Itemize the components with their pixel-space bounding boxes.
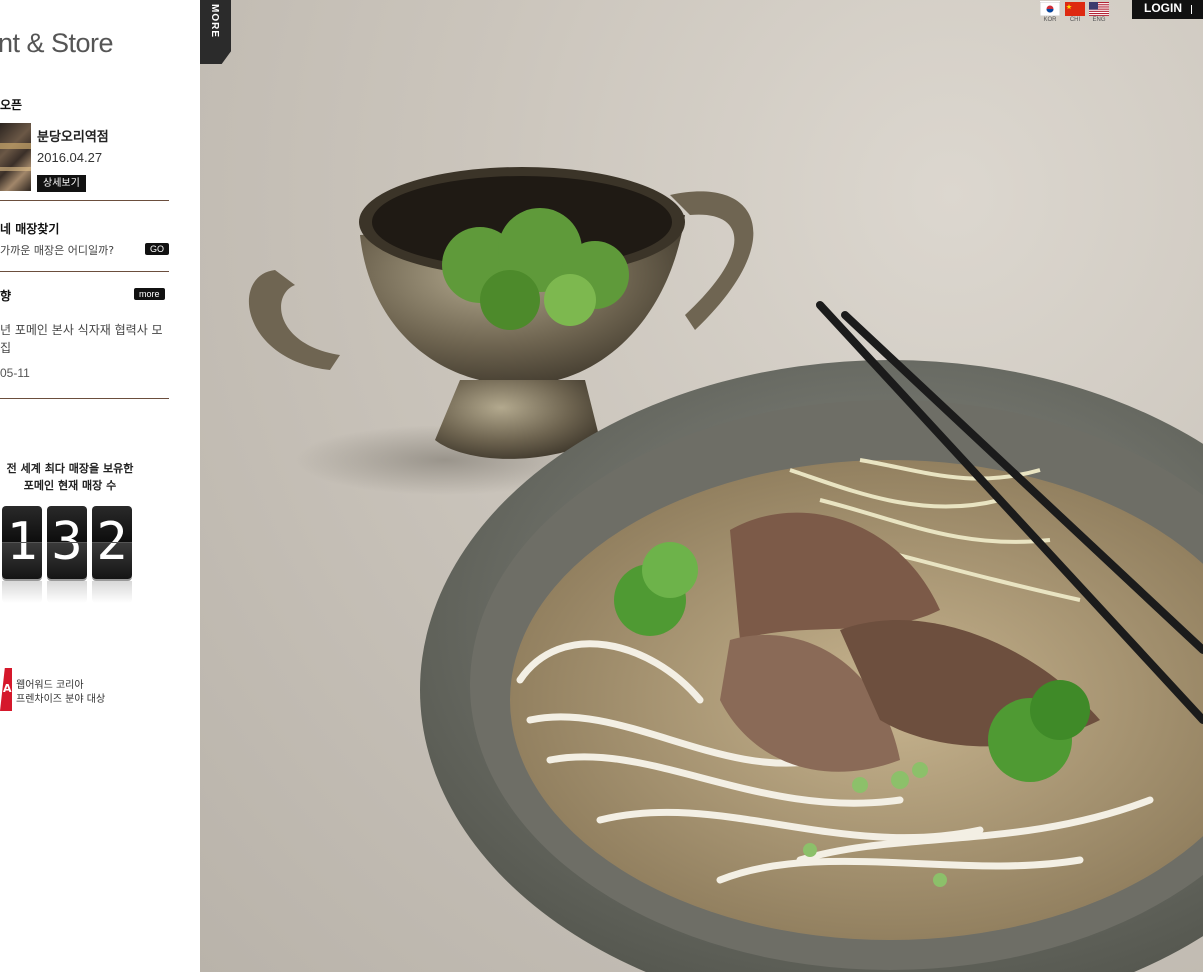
store-date: 2016.04.27 — [37, 150, 103, 165]
more-button[interactable]: more — [134, 288, 165, 300]
hero-food-image — [200, 0, 1203, 972]
divider — [0, 200, 169, 201]
language-code: CHI — [1069, 17, 1081, 23]
news-item-date: 05-11 — [0, 366, 30, 380]
sidebar: nt & Store 오픈 분당오리역점 2016.04.27 상세보기 네 매… — [0, 0, 200, 972]
more-tab[interactable]: MORE — [200, 0, 231, 64]
more-tab-label: MORE — [209, 4, 220, 38]
pho-illustration — [248, 167, 1203, 972]
language-code: KOR — [1043, 17, 1057, 23]
divider — [0, 398, 169, 399]
news-item-title[interactable]: 년 포메인 본사 식자재 협력사 모 집 — [0, 321, 165, 357]
detail-button[interactable]: 상세보기 — [37, 175, 86, 192]
award-logo[interactable]: A — [0, 668, 12, 711]
login-button[interactable]: LOGIN — [1132, 0, 1203, 19]
china-flag-icon[interactable] — [1065, 1, 1085, 16]
award-line1: 웹어워드 코리아 — [16, 680, 84, 691]
new-store-heading: 오픈 — [0, 98, 23, 112]
go-button[interactable]: GO — [145, 243, 170, 255]
store-count-label: 전 세계 최다 매장을 보유한 포메인 현재 매장 수 — [0, 460, 140, 494]
store-name[interactable]: 분당오리역점 — [37, 126, 109, 145]
award-logo-letter: A — [3, 682, 12, 695]
find-store-description: 가까운 매장은 어디일까? — [0, 244, 115, 257]
korea-flag-icon[interactable] — [1039, 1, 1061, 17]
store-count-label-line1: 전 세계 최다 매장을 보유한 — [6, 462, 134, 475]
cup-handle-left — [248, 270, 340, 370]
digit-reflection — [92, 581, 132, 603]
award-line2: 프렌차이즈 분야 대상 — [16, 694, 106, 705]
page-title: nt & Store — [0, 28, 114, 58]
store-count-digit: 2 — [92, 506, 132, 579]
digit-reflection — [47, 581, 87, 603]
cup-handle-right — [670, 191, 754, 330]
store-count-digit: 1 — [2, 506, 42, 579]
usa-flag-icon[interactable] — [1089, 1, 1109, 16]
store-thumbnail[interactable] — [0, 123, 31, 191]
news-heading: 향 — [0, 289, 12, 303]
language-code: ENG — [1092, 17, 1106, 23]
divider — [0, 271, 169, 272]
digit-reflection — [2, 581, 42, 603]
store-count-label-line2: 포메인 현재 매장 수 — [23, 479, 117, 492]
find-store-heading: 네 매장찾기 — [0, 222, 60, 236]
award-text[interactable]: 웹어워드 코리아 프렌차이즈 분야 대상 — [16, 679, 105, 707]
store-count-digit: 3 — [47, 506, 87, 579]
